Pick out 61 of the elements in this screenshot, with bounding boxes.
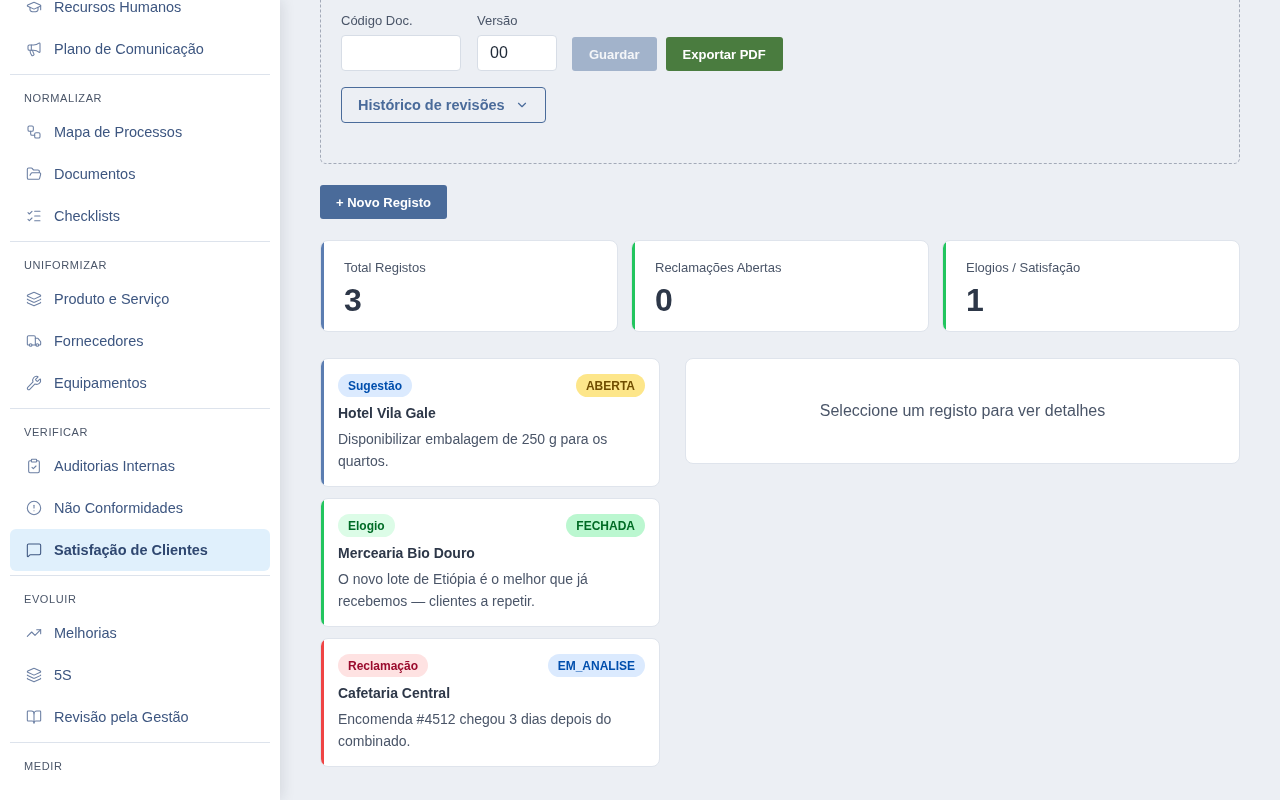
section-heading: NORMALIZAR: [23, 91, 104, 106]
nav-item[interactable]: 5S: [10, 654, 270, 696]
layers-icon: [26, 291, 42, 307]
nav-item[interactable]: Produto e Serviço: [10, 278, 270, 320]
nav-item[interactable]: Não Conformidades: [10, 487, 270, 529]
stat-value: 0: [655, 282, 674, 318]
checklist-icon: [26, 208, 42, 224]
section-heading: UNIFORMIZAR: [23, 258, 108, 273]
wrench-icon: [26, 375, 42, 391]
clipboard-check-icon: [26, 458, 42, 474]
alert-circle-icon: [26, 500, 42, 516]
nav-item[interactable]: Equipamentos: [10, 362, 270, 404]
export-pdf-button[interactable]: Exportar PDF: [665, 37, 783, 71]
nav-item[interactable]: Plano de Comunicação: [10, 28, 270, 70]
folder-icon: [26, 166, 42, 182]
status-badge: EM_ANALISE: [547, 654, 645, 677]
record-title: Hotel Vila Gale: [338, 404, 437, 423]
record-card[interactable]: Sugestão ABERTA Hotel Vila Gale Disponibilizar embalagem de 250 g para os quartos.: [320, 358, 660, 487]
status-badge: ABERTA: [575, 374, 645, 397]
section-heading: EVOLUIR: [23, 592, 78, 607]
nav-item[interactable]: Satisfação de Clientes: [10, 529, 270, 571]
category-tag: Sugestão: [338, 374, 412, 397]
record-description: Encomenda #4512 chegou 3 dias depois do combinado.: [338, 710, 613, 751]
stat-label: Total Registos: [344, 260, 426, 276]
nav-item[interactable]: Recursos Humanos: [10, 0, 270, 28]
stat-label: Reclamações Abertas: [655, 260, 782, 276]
section-heading: VERIFICAR: [23, 425, 90, 440]
section-heading: MEDIR: [23, 759, 64, 774]
record-card[interactable]: Elogio FECHADA Mercearia Bio Douro O novo lote de Etiópia é o melhor que já recebemos — clientes a repetir.: [320, 498, 660, 627]
nav-item[interactable]: Checklists: [10, 195, 270, 237]
revision-history-button[interactable]: Histórico de revisões: [341, 87, 546, 123]
text-input[interactable]: 00: [477, 35, 557, 71]
layers-icon: [26, 667, 42, 683]
nav-item[interactable]: Melhorias: [10, 612, 270, 654]
nav-item[interactable]: Documentos: [10, 153, 270, 195]
text-input[interactable]: [341, 35, 461, 71]
stat-value: 1: [966, 282, 985, 318]
empty-state-message: Seleccione um registo para ver detalhes: [819, 402, 1106, 420]
stat-label: Elogios / Satisfação: [966, 260, 1081, 276]
nav-item[interactable]: Fornecedores: [10, 320, 270, 362]
field-label: Versão: [477, 13, 519, 29]
record-title: Cafetaria Central: [338, 684, 452, 703]
record-card[interactable]: Reclamação EM_ANALISE Cafetaria Central Encomenda #4512 chegou 3 dias depois do combinado.: [320, 638, 660, 767]
nav-item[interactable]: Mapa de Processos: [10, 111, 270, 153]
record-title: Mercearia Bio Douro: [338, 544, 476, 563]
category-tag: Reclamação: [338, 654, 429, 677]
record-description: Disponibilizar embalagem de 250 g para os quartos.: [338, 430, 609, 471]
status-badge: FECHADA: [566, 514, 645, 537]
stat-value: 3: [344, 282, 363, 318]
field-label: Código Doc.: [341, 13, 414, 29]
chat-bubble-icon: [26, 542, 42, 558]
truck-icon: [26, 333, 42, 349]
nav-item[interactable]: Auditorias Internas: [10, 445, 270, 487]
category-tag: Elogio: [338, 514, 395, 537]
graduation-cap-icon: [26, 0, 42, 15]
book-icon: [26, 709, 42, 725]
megaphone-icon: [26, 41, 42, 57]
record-description: O novo lote de Etiópia é o melhor que já recebemos — clientes a repetir.: [338, 570, 589, 611]
new-record-button[interactable]: + Novo Registo: [320, 185, 447, 219]
flowchart-icon: [26, 124, 42, 140]
nav-item[interactable]: Revisão pela Gestão: [10, 696, 270, 738]
